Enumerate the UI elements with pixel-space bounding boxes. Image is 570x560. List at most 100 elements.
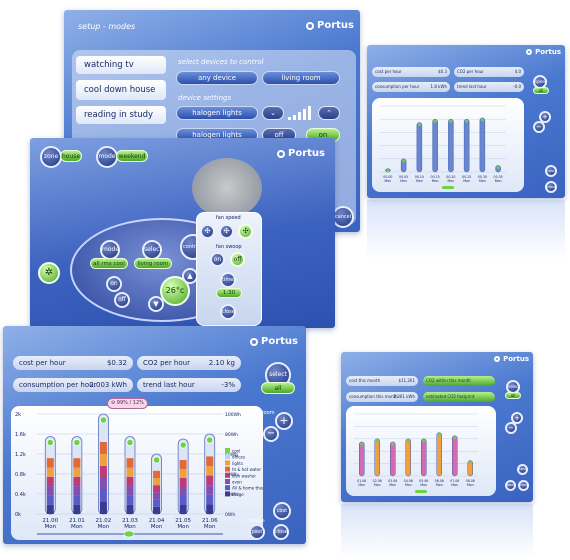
mode-value-pill[interactable]: weekend [116, 150, 148, 162]
panel-title: setup - modes [78, 22, 136, 31]
bar [421, 438, 427, 477]
inner-mode-button[interactable]: mode [100, 240, 120, 260]
legend-swatch [225, 485, 230, 491]
timer-button[interactable]: timer [220, 272, 236, 288]
field-value: $0.32 [106, 359, 127, 367]
bar-segment [179, 478, 187, 487]
field-value: 1.8 kWh [430, 84, 447, 89]
bar-segment [99, 478, 107, 490]
mode-label: watching tv [84, 60, 134, 70]
all-pill[interactable]: all [533, 87, 549, 94]
tv-screen-image [192, 158, 262, 218]
zoom-out-button[interactable]: − [505, 422, 517, 434]
temp-down-button[interactable]: ▼ [148, 296, 164, 312]
past-button[interactable]: past [505, 480, 516, 491]
zoom-out-button[interactable]: − [263, 426, 279, 442]
cancel-label: cancel [334, 214, 352, 220]
plus-icon: + [542, 113, 548, 121]
bar-segment [46, 504, 54, 514]
past-button[interactable]: past [249, 524, 265, 540]
cost-button[interactable]: cost [517, 464, 528, 475]
fan-speed-mid[interactable]: ✣ [219, 224, 234, 239]
cost-label: cost [276, 508, 288, 514]
inner-select-button[interactable]: select [142, 240, 162, 260]
close-button[interactable]: close [518, 480, 529, 491]
zone-button[interactable]: zone [40, 146, 62, 168]
inner-select-label: select [144, 246, 162, 253]
fan-power-button[interactable]: ✲ [38, 262, 60, 284]
y2-tick-label: 0Wh [225, 512, 235, 518]
swoop-on-label: on [213, 256, 222, 263]
mini-chart-top-svg: 00.00Mon00.05Mon00.10Mon00.15Mon00.20Mon… [380, 105, 506, 189]
timer-value: 1:30 [216, 288, 242, 298]
fan-swoop-on[interactable]: on [210, 252, 225, 267]
y2-tick-label: 100Wh [225, 412, 241, 418]
bar-marker [99, 416, 108, 424]
tooltip-icon: ⊖ [111, 400, 116, 406]
cost-button[interactable]: cost [545, 165, 557, 177]
mode-label: cool down house [84, 85, 156, 95]
close-label: close [222, 309, 235, 315]
mode-item-cool-down[interactable]: cool down house [76, 80, 166, 100]
inner-mode-label: mode [102, 246, 120, 253]
x-tick-label: Mon [385, 179, 392, 183]
x-tick-label: Mon [448, 179, 455, 183]
inner-select-value[interactable]: living room [134, 258, 172, 269]
fan-icon: ✣ [204, 227, 211, 235]
fan-speed-high[interactable]: ✣ [238, 224, 253, 239]
close-button[interactable]: close [545, 181, 557, 193]
zoom-out-button[interactable]: − [533, 121, 545, 133]
bar-segment [126, 467, 134, 477]
all-pill[interactable]: all [505, 392, 521, 399]
portus-logo-icon [526, 49, 533, 55]
bar [405, 438, 411, 477]
close-button[interactable]: close [273, 524, 289, 540]
cost-button[interactable]: cost [273, 502, 291, 520]
fan-speed-low[interactable]: ✣ [200, 224, 215, 239]
bar-marker [179, 441, 187, 449]
x-tick-label: Mon [479, 179, 486, 183]
mode-item-reading[interactable]: reading in study [76, 106, 166, 124]
field-value: $11,261 [398, 378, 415, 383]
bar-segment [153, 485, 161, 493]
dimmer-down-button[interactable]: ⌄ [262, 106, 284, 120]
bar-marker [46, 438, 54, 447]
portus-logo-icon [306, 21, 315, 30]
bar [432, 118, 438, 173]
any-device-button[interactable]: any device [176, 71, 258, 85]
legend-label: fridge [232, 492, 244, 497]
brand-name: Portus [261, 336, 298, 347]
y-tick-label: 0.4k [15, 492, 26, 498]
tooltip-text: 99% / 12% [116, 400, 144, 406]
y-tick-label: 1.2k [15, 452, 26, 458]
cancel-button[interactable]: cancel [332, 206, 354, 228]
cost-label: cost [547, 169, 555, 173]
bar-marker [375, 439, 379, 443]
energy-chart-svg: 2k 100Wh1.6k 80Wh1.2k 60Wh0.8k 40Wh0.4k 20Wh0… [15, 412, 263, 538]
close-button[interactable]: close [220, 304, 236, 320]
mode-item-watching-tv[interactable]: watching tv [76, 56, 166, 74]
field-value: 2,361 kWh [393, 394, 415, 399]
bar-segment [126, 486, 134, 496]
portus-logo: Portus [526, 48, 561, 56]
dimmer-up-button[interactable]: ⌃ [318, 106, 340, 120]
zoom-in-button[interactable]: + [275, 412, 293, 430]
timer-label: timer [222, 277, 236, 283]
bar-segment [153, 478, 161, 486]
mode-button[interactable]: mode [96, 146, 118, 168]
swoop-off-label: off [233, 256, 242, 263]
on-button[interactable]: on [106, 276, 122, 292]
brand-name: Portus [288, 148, 325, 159]
off-button[interactable]: off [114, 292, 130, 308]
fan-swoop-off[interactable]: off [230, 252, 245, 267]
field-label: cost this month [349, 378, 381, 383]
zone-value-pill[interactable]: house [60, 150, 82, 162]
bar-segment [153, 470, 161, 478]
zoom-label: zoom [261, 410, 275, 416]
bar [452, 435, 458, 477]
halogen-lights-button[interactable]: halogen lights [176, 106, 258, 120]
all-pill[interactable]: all [261, 382, 295, 394]
inner-mode-value[interactable]: all rms cool [90, 258, 128, 269]
device-settings-label: device settings [178, 94, 232, 102]
living-room-button[interactable]: living room [262, 71, 340, 85]
